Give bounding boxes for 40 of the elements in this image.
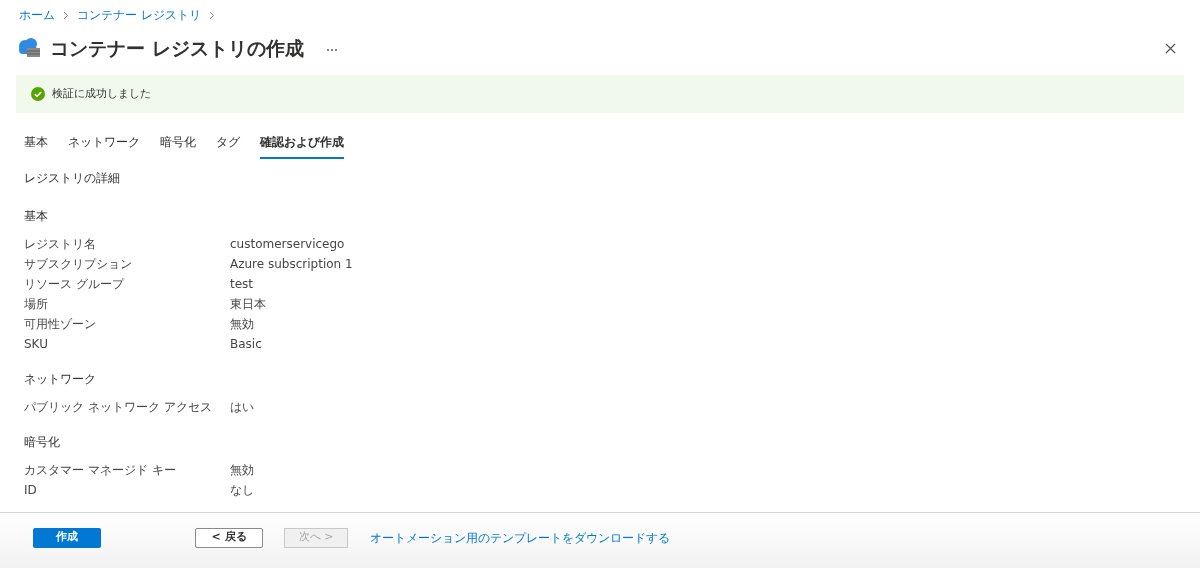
group-heading: 暗号化 [23, 433, 61, 451]
field-label: サブスクリプション [24, 255, 133, 273]
group-heading: 基本 [23, 207, 49, 225]
banner-text: 検証に成功しました [52, 85, 151, 101]
tab[interactable]: 確認および作成 [260, 132, 344, 159]
group-heading: ネットワーク [23, 370, 97, 388]
field-value: 無効 [230, 461, 254, 479]
field-value: 無効 [230, 315, 254, 333]
section-title: レジストリの詳細 [23, 169, 121, 187]
tab[interactable]: ネットワーク [68, 132, 140, 159]
chevron-right-icon [63, 10, 69, 20]
field-value: なし [230, 481, 254, 499]
field-value: customerservicego [230, 235, 345, 253]
nav-button[interactable]: < 戻る [195, 527, 263, 548]
field-label: SKU [24, 335, 49, 353]
breadcrumb-link[interactable]: コンテナー レジストリ [77, 6, 201, 24]
field-label: レジストリ名 [24, 235, 97, 253]
download-template-link[interactable]: オートメーション用のテンプレートをダウンロードする [370, 528, 670, 547]
tab[interactable]: タグ [216, 132, 240, 159]
field-label: カスタマー マネージド キー [24, 461, 177, 479]
create-button[interactable]: 作成 [33, 527, 101, 548]
cloud-container-icon [16, 37, 42, 60]
field-label: パブリック ネットワーク アクセス [24, 398, 213, 416]
page-title: コンテナー レジストリの作成 [50, 36, 304, 61]
more-icon[interactable] [325, 48, 338, 53]
field-label: 場所 [24, 295, 49, 313]
tab[interactable]: 基本 [24, 132, 48, 159]
tab[interactable]: 暗号化 [160, 132, 196, 159]
close-icon[interactable] [1165, 42, 1176, 54]
field-value: Basic [230, 335, 262, 353]
field-label: 可用性ゾーン [24, 315, 97, 333]
field-value: はい [230, 398, 254, 416]
field-value: Azure subscription 1 [230, 255, 353, 273]
field-label: リソース グループ [24, 275, 126, 293]
field-value: 東日本 [230, 295, 266, 313]
field-label: ID [24, 481, 38, 499]
chevron-right-icon [208, 10, 215, 20]
field-value: test [230, 275, 254, 293]
check-circle-icon [31, 86, 45, 101]
breadcrumb-link[interactable]: ホーム [19, 6, 55, 24]
